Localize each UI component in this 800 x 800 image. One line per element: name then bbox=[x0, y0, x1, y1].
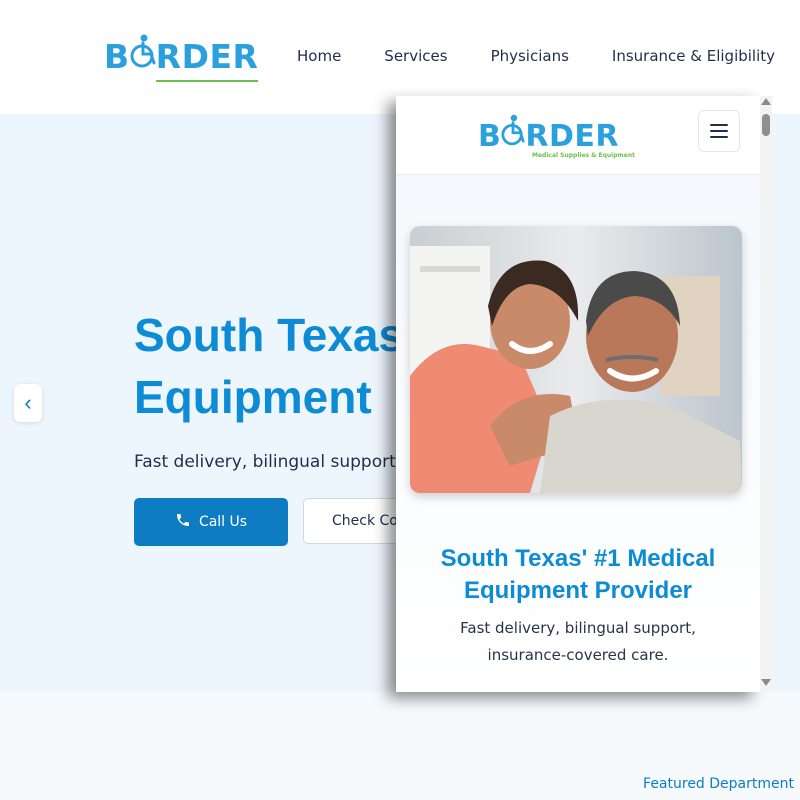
call-us-button[interactable]: Call Us bbox=[134, 498, 288, 546]
hamburger-icon-bar bbox=[710, 136, 728, 138]
main-nav: Home Services Physicians Insurance & Eli… bbox=[297, 47, 775, 65]
mobile-logo-letter-b: B bbox=[478, 119, 502, 154]
phone-icon bbox=[175, 512, 191, 532]
mobile-logo-tagline: Medical Supplies & Equipment bbox=[532, 152, 635, 159]
logo-letter-b: B bbox=[104, 37, 130, 76]
mobile-logo-letters-rder: RDER bbox=[525, 119, 619, 154]
logo-letters-rder: RDER bbox=[155, 37, 259, 76]
mobile-brand-logo[interactable]: B RDER bbox=[478, 114, 619, 154]
mobile-hero-title: South Texas' #1 Medical Equipment Provid… bbox=[440, 545, 716, 604]
scroll-up-arrow-icon[interactable] bbox=[761, 98, 771, 105]
hero-subtitle: Fast delivery, bilingual support, bbox=[134, 452, 402, 472]
hamburger-icon-bar bbox=[710, 124, 728, 126]
mobile-hero: South Texas' #1 Medical Equipment Provid… bbox=[396, 175, 760, 692]
carousel-prev-button[interactable]: ‹ bbox=[14, 384, 42, 422]
hamburger-icon-bar bbox=[710, 130, 728, 132]
nav-physicians[interactable]: Physicians bbox=[491, 47, 569, 65]
nav-services[interactable]: Services bbox=[384, 47, 447, 65]
mobile-wheelchair-icon bbox=[501, 114, 525, 154]
call-us-label: Call Us bbox=[198, 514, 248, 530]
nav-home[interactable]: Home bbox=[297, 47, 341, 65]
mobile-scrollbar[interactable] bbox=[760, 96, 772, 692]
scroll-thumb[interactable] bbox=[762, 114, 770, 136]
mobile-hero-subtitle: Fast delivery, bilingual support, insura… bbox=[460, 619, 696, 664]
wheelchair-icon bbox=[130, 34, 156, 76]
nav-insurance-eligibility[interactable]: Insurance & Eligibility bbox=[612, 47, 775, 65]
hero-title: South Texas Equipment bbox=[134, 309, 405, 423]
chevron-left-icon: ‹ bbox=[24, 390, 32, 415]
hamburger-menu-button[interactable] bbox=[698, 110, 740, 152]
logo-underline bbox=[156, 80, 259, 82]
mobile-header: B RDER Medical Supplies & Equipment bbox=[396, 96, 760, 175]
scroll-down-arrow-icon[interactable] bbox=[761, 679, 771, 686]
brand-logo[interactable]: B RDER bbox=[104, 34, 259, 82]
featured-department-heading: Featured Department bbox=[643, 776, 794, 792]
mobile-preview-window: B RDER Medical Supplies & Equipment Sout… bbox=[396, 96, 760, 692]
hero-photo-couple bbox=[410, 226, 742, 493]
